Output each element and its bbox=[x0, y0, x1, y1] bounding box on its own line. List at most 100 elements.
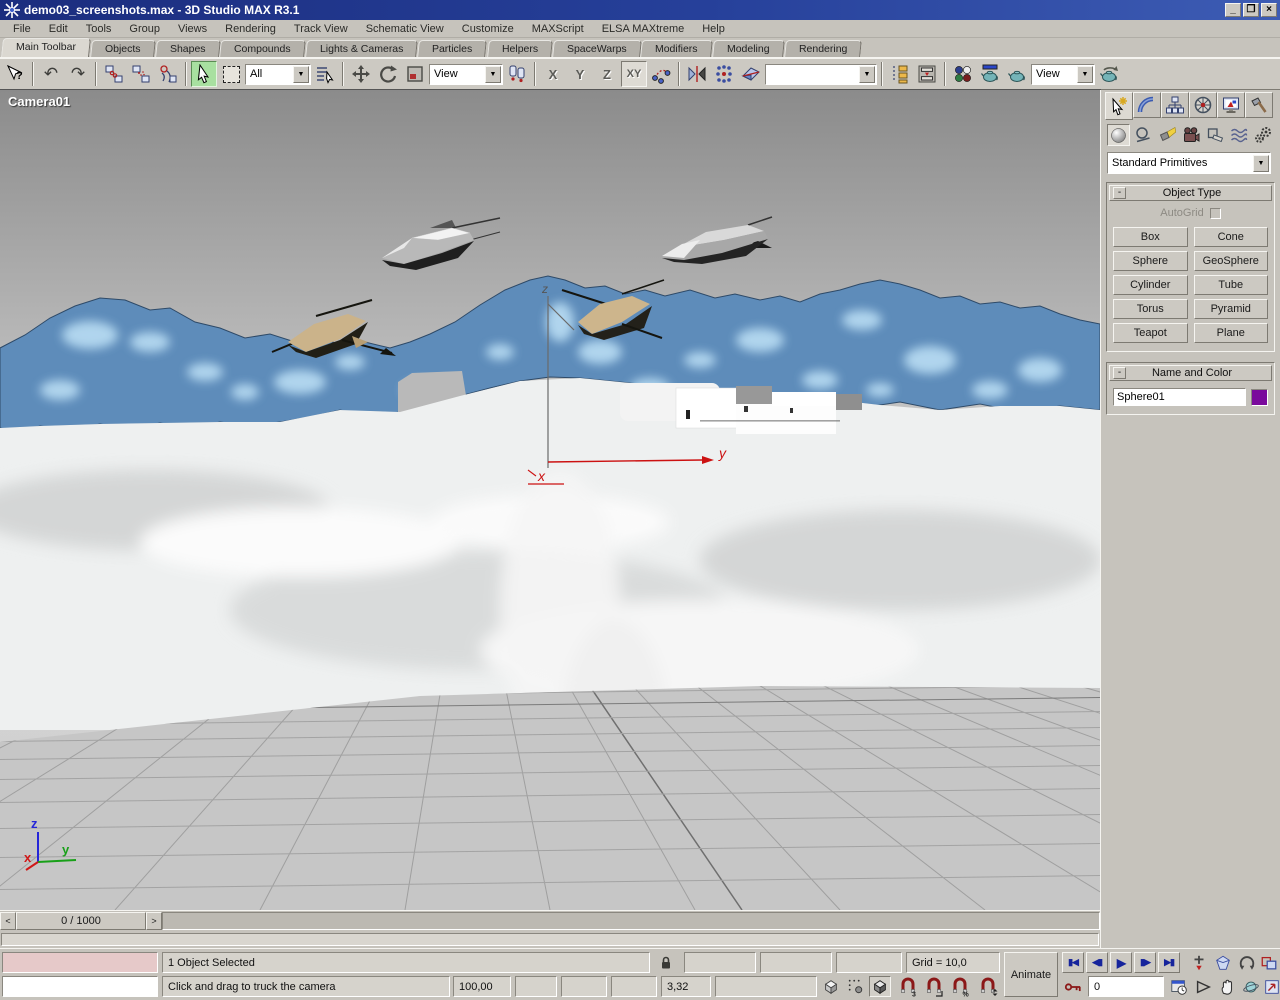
menu-item-group[interactable]: Group bbox=[120, 22, 169, 36]
menu-item-views[interactable]: Views bbox=[169, 22, 216, 36]
torus-button[interactable]: Torus bbox=[1113, 299, 1188, 319]
render-last-button[interactable] bbox=[1004, 61, 1030, 87]
use-pivot-point-center-button[interactable] bbox=[504, 61, 530, 87]
undo-button[interactable]: ↶ bbox=[38, 61, 64, 87]
pyramid-button[interactable]: Pyramid bbox=[1194, 299, 1269, 319]
degradation-value-field[interactable]: 3,32 bbox=[661, 976, 711, 997]
play-button[interactable]: ▶ bbox=[1110, 952, 1132, 973]
dolly-camera-button[interactable] bbox=[1188, 952, 1210, 973]
region-zoom-button[interactable] bbox=[1258, 952, 1280, 973]
systems-button[interactable] bbox=[1251, 124, 1274, 146]
primitive-category-dropdown[interactable]: Standard Primitives ▼ bbox=[1107, 152, 1271, 174]
link-button[interactable] bbox=[101, 61, 127, 87]
next-frame-button[interactable]: ▮▶ bbox=[1134, 952, 1156, 973]
coordinate-z-field[interactable] bbox=[836, 952, 902, 973]
material-editor-button[interactable] bbox=[950, 61, 976, 87]
menu-item-tools[interactable]: Tools bbox=[77, 22, 121, 36]
select-and-scale-button[interactable] bbox=[402, 61, 428, 87]
time-slider-handle[interactable]: 0 / 1000 bbox=[16, 912, 146, 930]
key-mode-toggle-button[interactable] bbox=[1062, 976, 1084, 997]
snap-toggle-3d-button[interactable]: 3 bbox=[896, 976, 920, 997]
tab-compounds[interactable]: Compounds bbox=[219, 40, 305, 57]
zoom-extents-button[interactable] bbox=[1212, 952, 1234, 973]
maxscript-mini-listener-pink[interactable] bbox=[2, 952, 158, 973]
close-button[interactable]: × bbox=[1261, 3, 1277, 17]
menu-item-schematic-view[interactable]: Schematic View bbox=[357, 22, 453, 36]
collapse-button[interactable]: - bbox=[1113, 367, 1126, 379]
mirror-button[interactable] bbox=[684, 61, 710, 87]
time-configuration-button[interactable] bbox=[1168, 976, 1190, 997]
degradation-override-button[interactable] bbox=[820, 976, 842, 997]
select-and-manipulate-button[interactable] bbox=[648, 61, 674, 87]
plane-button[interactable]: Plane bbox=[1194, 323, 1269, 343]
shade-selected-toggle-button[interactable] bbox=[869, 976, 891, 997]
coordinate-y-field[interactable] bbox=[760, 952, 832, 973]
tube-button[interactable]: Tube bbox=[1194, 275, 1269, 295]
open-schematic-view-button[interactable] bbox=[914, 61, 940, 87]
tab-modifiers[interactable]: Modifiers bbox=[641, 40, 713, 57]
teapot-button[interactable]: Teapot bbox=[1113, 323, 1188, 343]
tab-spacewarps[interactable]: SpaceWarps bbox=[552, 40, 642, 57]
tab-modify[interactable] bbox=[1133, 92, 1161, 118]
bind-to-spacewarp-button[interactable] bbox=[155, 61, 181, 87]
spinner-snap-toggle-button[interactable] bbox=[977, 976, 999, 997]
dropdown-arrow-icon[interactable]: ▼ bbox=[293, 66, 309, 83]
geosphere-button[interactable]: GeoSphere bbox=[1194, 251, 1269, 271]
dropdown-arrow-icon[interactable]: ▼ bbox=[1253, 155, 1269, 172]
current-frame-field[interactable]: 0 bbox=[1088, 976, 1164, 997]
tab-create[interactable] bbox=[1105, 92, 1133, 120]
lock-selection-button[interactable] bbox=[655, 952, 677, 973]
viewport-label[interactable]: Camera01 bbox=[8, 94, 70, 109]
open-track-view-button[interactable] bbox=[887, 61, 913, 87]
autogrid-checkbox[interactable] bbox=[1210, 208, 1221, 219]
arc-rotate-button[interactable] bbox=[1240, 976, 1262, 997]
camera-value-field[interactable]: 100,00 bbox=[453, 976, 511, 997]
unlink-button[interactable] bbox=[128, 61, 154, 87]
help-mode-button[interactable]: ? bbox=[2, 61, 28, 87]
sphere-button[interactable]: Sphere bbox=[1113, 251, 1188, 271]
tab-modeling[interactable]: Modeling bbox=[712, 40, 784, 57]
spacewarps-button[interactable] bbox=[1227, 124, 1250, 146]
previous-frame-arrow-button[interactable]: < bbox=[0, 912, 16, 930]
tab-hierarchy[interactable] bbox=[1161, 92, 1189, 118]
restrict-xy-plane-button[interactable]: XY bbox=[621, 61, 647, 87]
restrict-y-button[interactable]: Y bbox=[567, 61, 593, 87]
maxscript-mini-listener-white[interactable] bbox=[2, 976, 158, 997]
previous-frame-button[interactable]: ◀▮ bbox=[1086, 952, 1108, 973]
select-and-move-button[interactable] bbox=[348, 61, 374, 87]
tab-display[interactable] bbox=[1217, 92, 1245, 118]
time-slider-track[interactable] bbox=[162, 912, 1100, 930]
tab-helpers[interactable]: Helpers bbox=[487, 40, 553, 57]
cone-button[interactable]: Cone bbox=[1194, 227, 1269, 247]
tab-shapes[interactable]: Shapes bbox=[155, 40, 220, 57]
menu-item-elsa-maxtreme[interactable]: ELSA MAXtreme bbox=[593, 22, 694, 36]
tab-utilities[interactable] bbox=[1245, 92, 1273, 118]
collapse-button[interactable]: - bbox=[1113, 187, 1126, 199]
angle-snap-toggle-button[interactable] bbox=[922, 976, 946, 997]
object-type-rollout-title[interactable]: - Object Type bbox=[1109, 185, 1272, 201]
menu-item-help[interactable]: Help bbox=[693, 22, 734, 36]
redo-button[interactable]: ↷ bbox=[65, 61, 91, 87]
object-color-swatch[interactable] bbox=[1251, 389, 1268, 406]
tab-main-toolbar[interactable]: Main Toolbar bbox=[1, 38, 91, 57]
name-color-rollout-title[interactable]: - Name and Color bbox=[1109, 365, 1272, 381]
render-scene-button[interactable] bbox=[977, 61, 1003, 87]
restrict-z-button[interactable]: Z bbox=[594, 61, 620, 87]
lights-button[interactable] bbox=[1155, 124, 1178, 146]
menu-item-file[interactable]: File bbox=[4, 22, 40, 36]
tab-objects[interactable]: Objects bbox=[90, 40, 155, 57]
pan-button[interactable] bbox=[1216, 976, 1238, 997]
shapes-button[interactable] bbox=[1131, 124, 1154, 146]
menu-item-edit[interactable]: Edit bbox=[40, 22, 77, 36]
render-type-dropdown[interactable]: View ▼ bbox=[1031, 64, 1095, 85]
select-and-rotate-button[interactable] bbox=[375, 61, 401, 87]
selection-filter-dropdown[interactable]: All ▼ bbox=[245, 64, 311, 85]
object-name-input[interactable]: Sphere01 bbox=[1113, 388, 1246, 406]
menu-item-maxscript[interactable]: MAXScript bbox=[523, 22, 593, 36]
tab-motion[interactable] bbox=[1189, 92, 1217, 118]
percent-snap-toggle-button[interactable]: % bbox=[948, 976, 972, 997]
quick-render-button[interactable] bbox=[1096, 61, 1122, 87]
align-button[interactable] bbox=[738, 61, 764, 87]
rectangular-selection-region-button[interactable] bbox=[218, 61, 244, 87]
track-bar-lane[interactable] bbox=[1, 933, 1099, 946]
